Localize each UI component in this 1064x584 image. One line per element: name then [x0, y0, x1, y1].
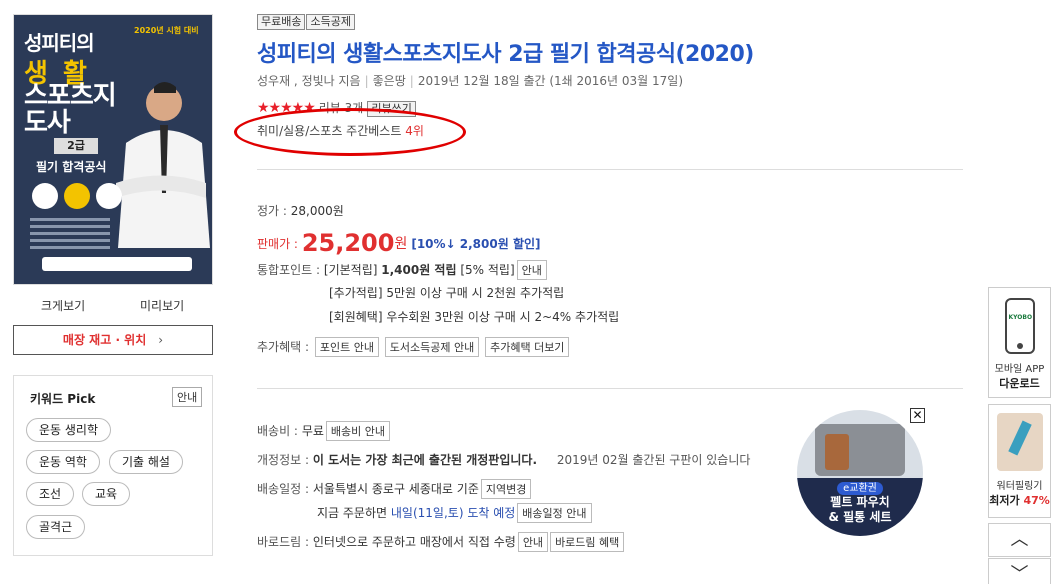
phone-icon: KYOBO — [1004, 298, 1035, 354]
points-basic-value: 1,400원 적립 — [381, 263, 457, 277]
keyword-pick-box: 키워드 Pick 안내 운동 생리학 운동 역학 기출 해설 조선 교육 골격근 — [13, 375, 213, 556]
list-price-value: 28,000원 — [290, 204, 344, 218]
book-cover-image[interactable]: 2020년 시험 대비 성피티의 생 활 스포츠지도사 2급 필기 합격공식 — [13, 14, 213, 285]
sale-price-unit: 원 — [394, 236, 408, 252]
app-brand: KYOBO — [1008, 314, 1033, 321]
more-benefits-button[interactable]: 추가혜택 더보기 — [485, 337, 570, 357]
points-basic-rate: [5% 적립] — [460, 263, 515, 277]
publisher-link[interactable]: 좋은땅 — [373, 74, 406, 88]
revision-label: 개정정보 : — [257, 453, 310, 467]
keyword-chip[interactable]: 운동 생리학 — [26, 418, 112, 442]
cover-level: 2급 — [54, 138, 98, 154]
product-title: 성피티의 생활스포츠지도사 2급 필기 합격공식(2020) — [257, 42, 754, 67]
points-extra: [추가적립] 5만원 이상 구매 시 2천원 추가적립 — [329, 286, 565, 300]
promo-ad-bubble[interactable]: e교환권 펠트 파우치 & 필통 세트 — [797, 410, 923, 536]
points-guide-button[interactable]: 안내 — [516, 260, 547, 280]
divider — [257, 169, 963, 170]
promo-ad-pill: e교환권 — [837, 482, 883, 495]
keyword-pick-title: 키워드 Pick — [30, 392, 96, 406]
baro-guide-button[interactable]: 안내 — [517, 532, 549, 552]
shipping-fee-guide-button[interactable]: 배송비 안내 — [325, 421, 391, 441]
keyword-guide-button[interactable]: 안내 — [172, 387, 203, 407]
baro-value: 인터넷으로 주문하고 매장에서 직접 수령 — [312, 535, 516, 549]
shipping-fee-value: 무료 — [301, 424, 324, 438]
list-price-label: 정가 : — [257, 204, 287, 218]
order-prefix: 지금 주문하면 — [317, 506, 388, 520]
water-peeling-product-image — [996, 413, 1043, 471]
points-member: [회원혜택] 우수회원 3만원 이상 구매 시 2~4% 추가적립 — [329, 310, 620, 324]
free-shipping-tag: 무료배송 — [257, 14, 306, 30]
cover-author-photo — [116, 82, 210, 248]
points-basic: [기본적립] — [323, 263, 378, 277]
app-label: 모바일 APP — [994, 364, 1045, 375]
promo-pct: 47% — [1023, 494, 1050, 507]
cover-text-lines — [30, 218, 110, 253]
cover-site-banner — [42, 257, 192, 271]
schedule-label: 배송일정 : — [257, 482, 310, 496]
store-stock-button[interactable]: 매장 재고 · 위치 › — [13, 325, 213, 355]
sidebar-promo[interactable]: 워터필링기 최저가 47% — [988, 404, 1051, 518]
author-line: 성우재 , 정빛나 지음 | 좋은땅 | 2019년 12월 18일 출간 (1쇄 20… — [257, 74, 684, 88]
product-tags: 무료배송 소득공제 — [257, 14, 356, 30]
schedule-guide-button[interactable]: 배송일정 안내 — [517, 503, 592, 523]
cover-year-note: 2020년 시험 대비 — [134, 26, 199, 35]
mobile-app-download[interactable]: KYOBO 모바일 APP 다운로드 — [988, 287, 1051, 398]
keyword-chip[interactable]: 골격근 — [26, 515, 86, 539]
authors-link[interactable]: 성우재 , 정빛나 지음 — [257, 74, 361, 88]
revision-value: 이 도서는 가장 최근에 출간된 개정판입니다. — [312, 453, 538, 467]
point-guide-button[interactable]: 포인트 안내 — [314, 337, 379, 357]
scroll-up-button[interactable]: ︿ — [988, 523, 1051, 557]
shipping-fee-label: 배송비 : — [257, 424, 298, 438]
close-icon[interactable]: ✕ — [910, 408, 925, 423]
promo-ad-line1: 펠트 파우치 — [830, 495, 890, 509]
keyword-chip[interactable]: 조선 — [26, 482, 75, 506]
cover-badges — [32, 183, 128, 212]
discount-info: [10%↓ 2,800원 할인] — [411, 237, 541, 251]
keyword-chip[interactable]: 교육 — [82, 482, 131, 506]
points-row: 통합포인트 : [기본적립] 1,400원 적립 [5% 적립] 안내 — [257, 260, 547, 280]
preview-link[interactable]: 미리보기 — [140, 297, 184, 314]
promo-ad-line2: & 필통 세트 — [828, 510, 892, 524]
benefit-row: 추가혜택 : 포인트 안내 도서소득공제 안내 추가혜택 더보기 — [257, 337, 570, 357]
pub-date: 2019년 12월 18일 출간 (1쇄 2016년 03월 17일) — [417, 74, 684, 88]
keyword-chip[interactable]: 운동 역학 — [26, 450, 100, 474]
sale-price-row: 판매가 : 25,200원 [10%↓ 2,800원 할인] — [257, 229, 541, 257]
shipping-fee-row: 배송비 : 무료 배송비 안내 — [257, 421, 391, 441]
promo-ad-banner: e교환권 펠트 파우치 & 필통 세트 — [797, 478, 923, 536]
cover-title-line1: 성피티의 — [24, 31, 95, 55]
revision-note-link[interactable]: 2019년 02월 출간된 구판이 있습니다 — [557, 453, 751, 467]
chevron-up-icon: ︿ — [1010, 529, 1029, 550]
cover-subtitle: 필기 합격공식 — [36, 160, 107, 174]
points-label: 통합포인트 : — [257, 263, 321, 277]
app-action: 다운로드 — [999, 377, 1040, 390]
divider — [257, 388, 963, 389]
promo-price-prefix: 최저가 — [989, 494, 1020, 507]
sale-price-label: 판매가 : — [257, 237, 298, 251]
store-stock-label: 매장 재고 · 위치 — [62, 333, 147, 347]
promo-price-row: 최저가 47% — [989, 492, 1050, 508]
list-price-row: 정가 : 28,000원 — [257, 202, 344, 219]
order-arrival-row: 지금 주문하면 내일(11일,토) 도착 예정 배송일정 안내 — [317, 503, 592, 523]
chevron-down-icon: ﹀ — [1010, 564, 1029, 584]
region-change-button[interactable]: 지역변경 — [480, 479, 532, 499]
tax-deduction-tag: 소득공제 — [306, 14, 355, 30]
baro-benefit-button[interactable]: 바로드림 혜택 — [550, 532, 625, 552]
schedule-location: 서울특별시 종로구 세종대로 기준 — [312, 482, 479, 496]
pouch-product-image — [815, 424, 905, 476]
chevron-right-icon: › — [158, 333, 164, 347]
red-highlight-ellipse — [234, 108, 466, 156]
sale-price-value: 25,200 — [301, 229, 395, 257]
enlarge-link[interactable]: 크게보기 — [41, 297, 85, 314]
benefit-label: 추가혜택 : — [257, 340, 310, 354]
arrival-date: 내일(11일,토) 도착 예정 — [390, 506, 516, 520]
schedule-row: 배송일정 : 서울특별시 종로구 세종대로 기준 지역변경 — [257, 479, 532, 499]
baro-label: 바로드림 : — [257, 535, 310, 549]
keyword-chip[interactable]: 기출 해설 — [109, 450, 183, 474]
baro-row: 바로드림 : 인터넷으로 주문하고 매장에서 직접 수령 안내 바로드림 혜택 — [257, 532, 625, 552]
revision-row: 개정정보 : 이 도서는 가장 최근에 출간된 개정판입니다. 2019년 02… — [257, 451, 750, 468]
promo-label: 워터필링기 — [996, 481, 1043, 492]
tax-deduction-guide-button[interactable]: 도서소득공제 안내 — [384, 337, 480, 357]
scroll-down-button[interactable]: ﹀ — [988, 558, 1051, 584]
